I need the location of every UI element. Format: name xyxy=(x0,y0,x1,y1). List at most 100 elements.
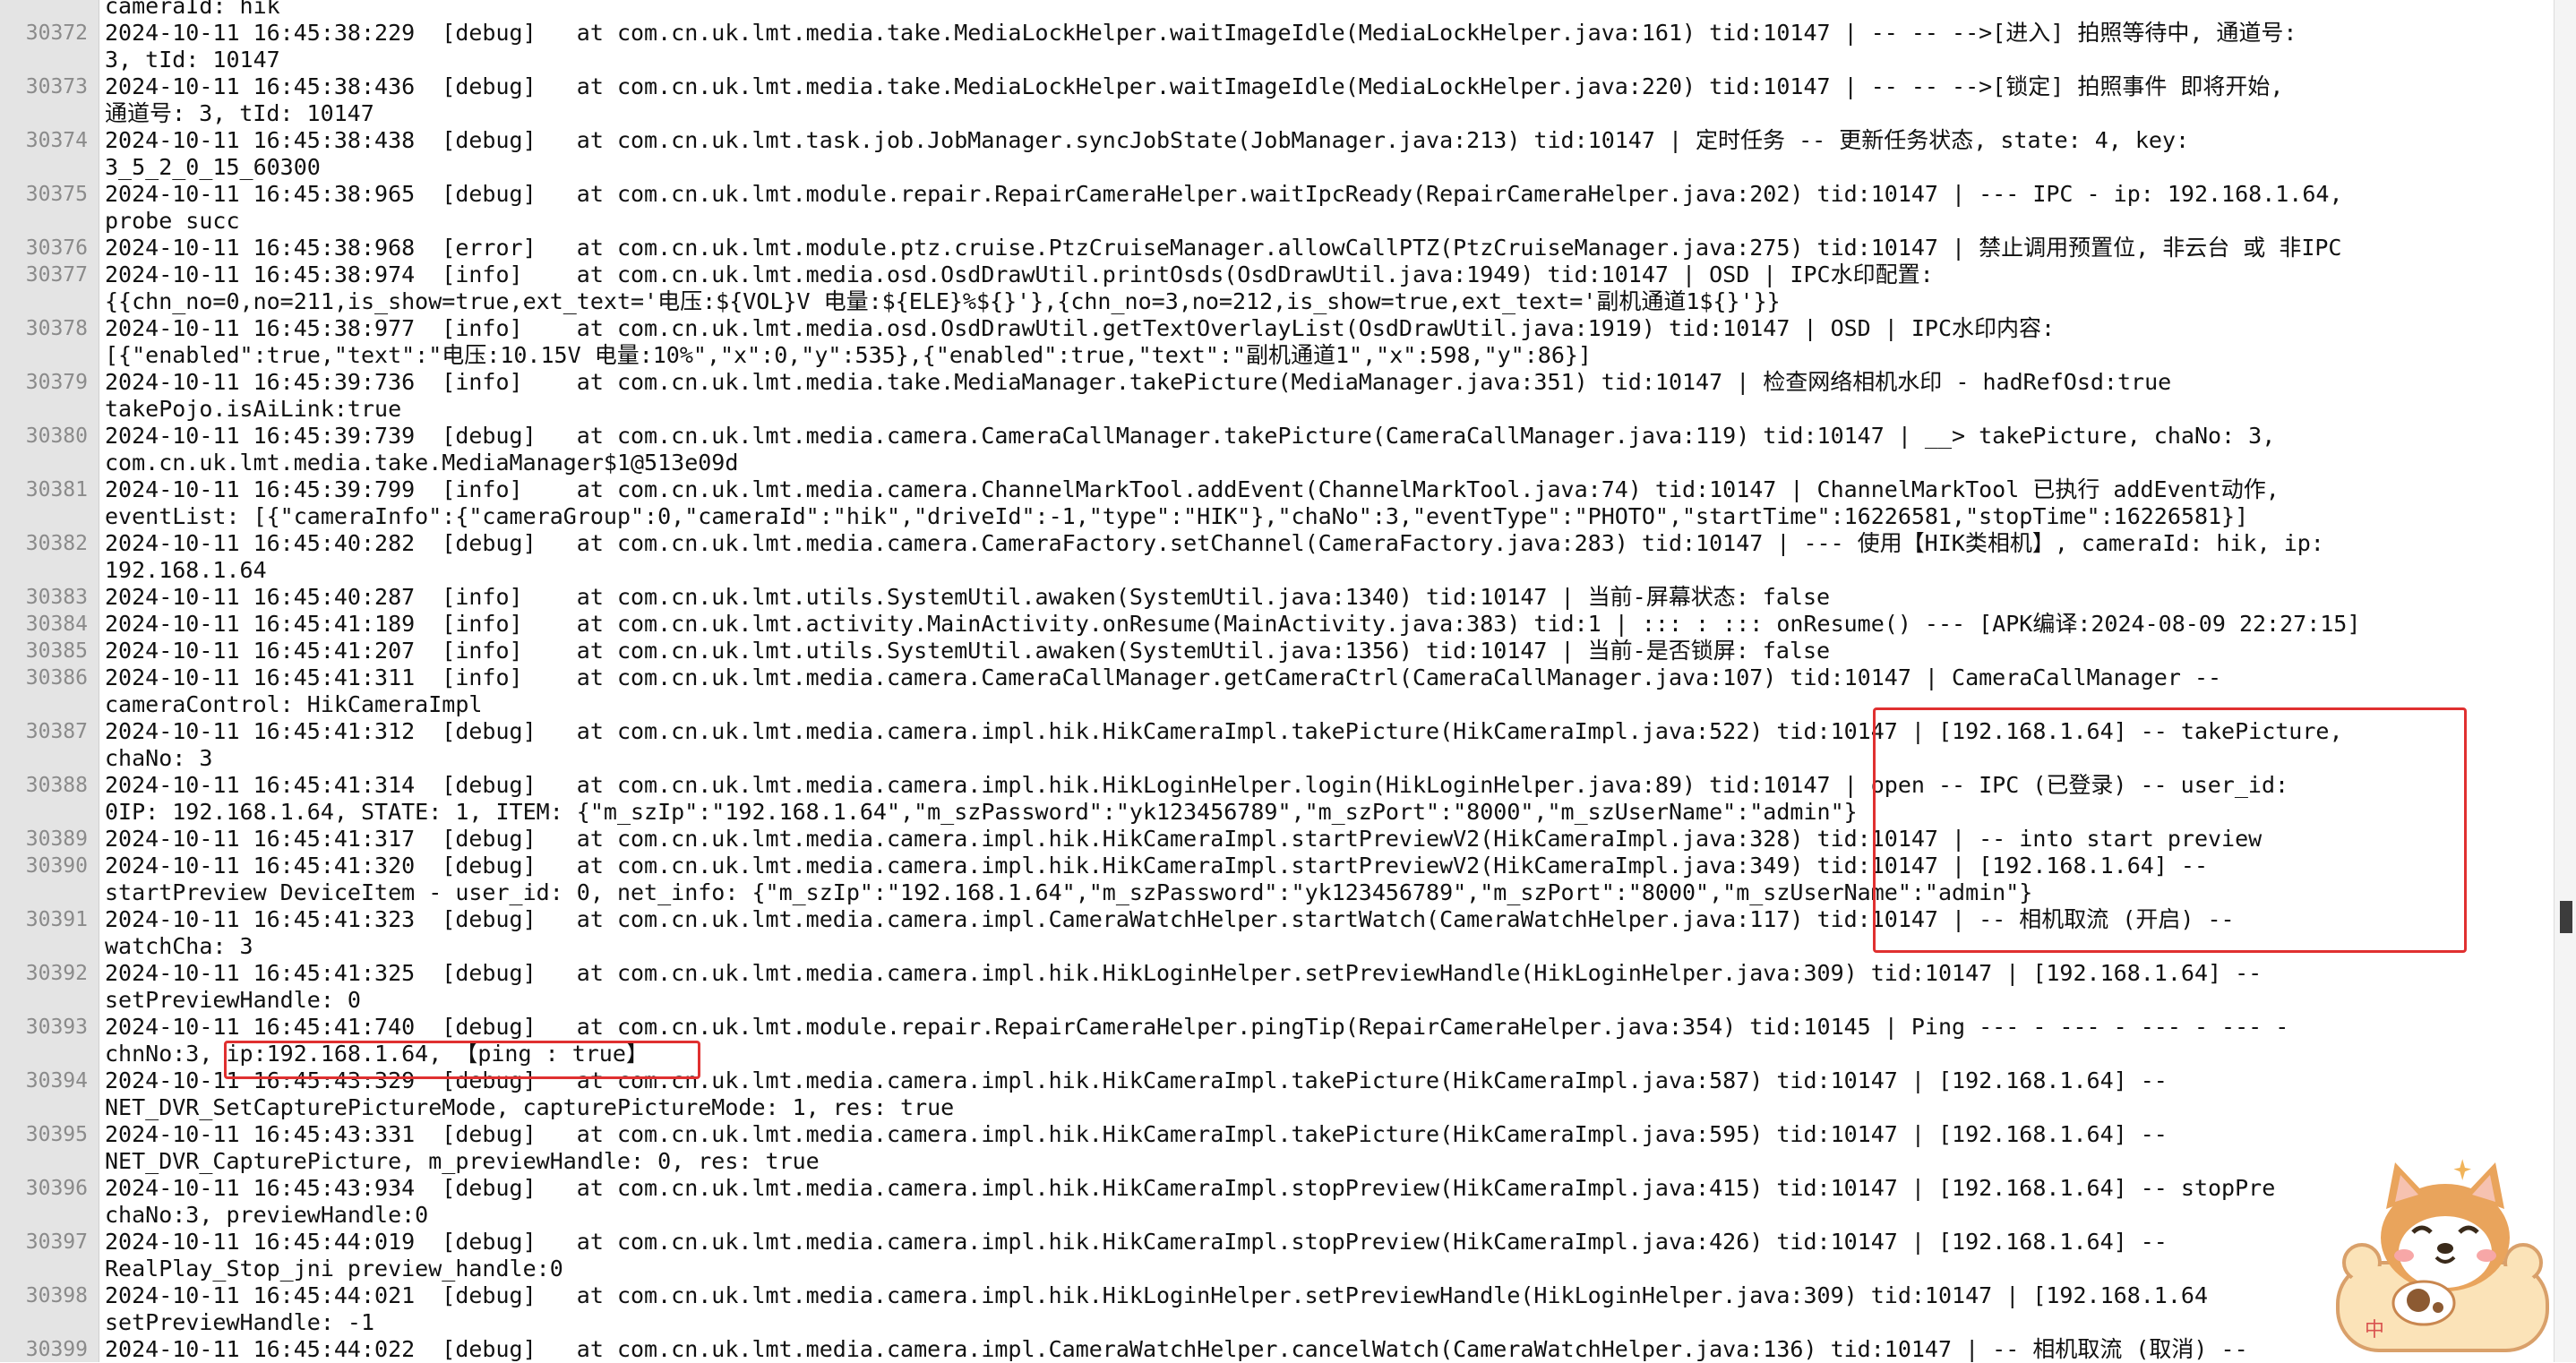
log-line-text: 2024-10-11 16:45:41:325 [debug] at com.c… xyxy=(105,960,2263,986)
log-line-text: NET_DVR_SetCapturePictureMode, capturePi… xyxy=(105,1094,955,1120)
line-number: 30398 xyxy=(25,1284,88,1307)
log-line[interactable]: NET_DVR_SetCapturePictureMode, capturePi… xyxy=(0,1094,2555,1121)
log-line-text: com.cn.uk.lmt.media.take.MediaManager$1@… xyxy=(105,450,739,476)
log-line[interactable]: 30397 2024-10-11 16:45:44:019 [debug] at … xyxy=(0,1229,2555,1256)
log-line[interactable]: 30382 2024-10-11 16:45:40:282 [debug] at … xyxy=(0,530,2555,557)
log-line-text: takePojo.isAiLink:true xyxy=(105,396,402,422)
log-line[interactable]: 30373 2024-10-11 16:45:38:436 [debug] at … xyxy=(0,73,2555,100)
scrollbar-thumb[interactable] xyxy=(2560,901,2572,933)
log-line[interactable]: 30395 2024-10-11 16:45:43:331 [debug] at … xyxy=(0,1121,2555,1148)
line-number: 30388 xyxy=(25,774,88,797)
log-line[interactable]: 30392 2024-10-11 16:45:41:325 [debug] at … xyxy=(0,960,2555,987)
log-line[interactable]: com.cn.uk.lmt.media.take.MediaManager$1@… xyxy=(0,450,2555,476)
highlight-box-ping-result xyxy=(224,1041,700,1079)
log-line[interactable]: 30378 2024-10-11 16:45:38:977 [info] at c… xyxy=(0,315,2555,342)
line-number: 30382 xyxy=(25,532,88,555)
line-number: 30399 xyxy=(25,1338,88,1361)
log-line[interactable]: chaNo:3, previewHandle:0 xyxy=(0,1202,2555,1229)
log-line-text: probe succ xyxy=(105,208,240,234)
log-line-text: RealPlay_Stop_jni preview_handle:0 xyxy=(105,1256,563,1282)
log-line-text: 192.168.1.64 xyxy=(105,557,267,583)
log-line-text: 2024-10-11 16:45:40:282 [debug] at com.c… xyxy=(105,530,2324,556)
log-line-text: {{chn_no=0,no=211,is_show=true,ext_text=… xyxy=(105,288,1781,314)
log-line[interactable]: [{"enabled":true,"text":"电压:10.15V 电量:10… xyxy=(0,342,2555,369)
log-line-text: 2024-10-11 16:45:44:022 [debug] at com.c… xyxy=(105,1336,2248,1362)
log-line-text: 2024-10-11 16:45:44:021 [debug] at com.c… xyxy=(105,1282,2208,1308)
log-line[interactable]: setPreviewHandle: 0 xyxy=(0,987,2555,1014)
log-line-text: 2024-10-11 16:45:44:019 [debug] at com.c… xyxy=(105,1229,2168,1255)
log-line-text: 2024-10-11 16:45:38:436 [debug] at com.c… xyxy=(105,73,2284,99)
log-line[interactable]: 30377 2024-10-11 16:45:38:974 [info] at c… xyxy=(0,261,2555,288)
log-line-text: 2024-10-11 16:45:39:739 [debug] at com.c… xyxy=(105,423,2276,449)
line-number: 30396 xyxy=(25,1177,88,1200)
line-number: 30384 xyxy=(25,613,88,636)
log-line-text: 2024-10-11 16:45:38:977 [info] at com.cn… xyxy=(105,315,2056,341)
line-number: 30379 xyxy=(25,371,88,394)
log-line[interactable]: 3_5_2_0_15_60300 xyxy=(0,154,2555,181)
log-line[interactable]: 30386 2024-10-11 16:45:41:311 [info] at c… xyxy=(0,664,2555,691)
log-line[interactable]: 30383 2024-10-11 16:45:40:287 [info] at c… xyxy=(0,584,2555,611)
log-line[interactable]: takePojo.isAiLink:true xyxy=(0,396,2555,423)
line-number: 30385 xyxy=(25,639,88,663)
log-line-text: 2024-10-11 16:45:38:968 [error] at com.c… xyxy=(105,235,2342,261)
log-line[interactable]: 30385 2024-10-11 16:45:41:207 [info] at c… xyxy=(0,638,2555,664)
log-line[interactable]: 192.168.1.64 xyxy=(0,557,2555,584)
log-line[interactable]: 30396 2024-10-11 16:45:43:934 [debug] at … xyxy=(0,1175,2555,1202)
log-line-text: setPreviewHandle: 0 xyxy=(105,987,361,1013)
log-line-text: eventList: [{"cameraInfo":{"cameraGroup"… xyxy=(105,503,2249,529)
log-line[interactable]: 3, tId: 10147 xyxy=(0,47,2555,73)
log-line-text: 2024-10-11 16:45:41:207 [info] at com.cn… xyxy=(105,638,1831,664)
log-lines: cameraId: hik 30372 2024-10-11 16:45:38:22… xyxy=(0,0,2555,1363)
line-number: 30391 xyxy=(25,908,88,931)
log-line[interactable]: {{chn_no=0,no=211,is_show=true,ext_text=… xyxy=(0,288,2555,315)
log-line[interactable]: 30374 2024-10-11 16:45:38:438 [debug] at … xyxy=(0,127,2555,154)
line-number: 30394 xyxy=(25,1069,88,1093)
line-number: 30397 xyxy=(25,1230,88,1254)
log-editor[interactable]: cameraId: hik 30372 2024-10-11 16:45:38:22… xyxy=(0,0,2576,1362)
log-line-text: 2024-10-11 16:45:41:311 [info] at com.cn… xyxy=(105,664,2222,690)
line-number: 30395 xyxy=(25,1123,88,1146)
log-line[interactable]: eventList: [{"cameraInfo":{"cameraGroup"… xyxy=(0,503,2555,530)
log-line-text: 2024-10-11 16:45:43:331 [debug] at com.c… xyxy=(105,1121,2168,1147)
log-line[interactable]: 30384 2024-10-11 16:45:41:189 [info] at c… xyxy=(0,611,2555,638)
log-line-text: 2024-10-11 16:45:40:287 [info] at com.cn… xyxy=(105,584,1831,610)
log-line-text: 2024-10-11 16:45:38:974 [info] at com.cn… xyxy=(105,261,1934,287)
log-line[interactable]: 30376 2024-10-11 16:45:38:968 [error] at … xyxy=(0,235,2555,261)
log-line[interactable]: probe succ xyxy=(0,208,2555,235)
log-line[interactable]: 30398 2024-10-11 16:45:44:021 [debug] at … xyxy=(0,1282,2555,1309)
log-line[interactable]: RealPlay_Stop_jni preview_handle:0 xyxy=(0,1256,2555,1282)
log-line[interactable]: 30372 2024-10-11 16:45:38:229 [debug] at … xyxy=(0,20,2555,47)
log-line[interactable]: NET_DVR_CapturePicture, m_previewHandle:… xyxy=(0,1148,2555,1175)
log-line-text: setPreviewHandle: -1 xyxy=(105,1309,375,1335)
log-line[interactable]: 30381 2024-10-11 16:45:39:799 [info] at c… xyxy=(0,476,2555,503)
log-line[interactable]: 通道号: 3, tId: 10147 xyxy=(0,100,2555,127)
log-line[interactable]: 30380 2024-10-11 16:45:39:739 [debug] at … xyxy=(0,423,2555,450)
log-line[interactable]: setPreviewHandle: -1 xyxy=(0,1309,2555,1336)
line-number: 30386 xyxy=(25,666,88,690)
line-number: 30392 xyxy=(25,962,88,985)
vertical-scrollbar[interactable] xyxy=(2554,0,2576,1362)
log-line-text: 3, tId: 10147 xyxy=(105,47,280,73)
log-line[interactable]: 30399 2024-10-11 16:45:44:022 [debug] at … xyxy=(0,1336,2555,1363)
log-line[interactable]: 30379 2024-10-11 16:45:39:736 [info] at c… xyxy=(0,369,2555,396)
line-number: 30374 xyxy=(25,129,88,152)
line-number: 30378 xyxy=(25,317,88,340)
log-line-text: 2024-10-11 16:45:38:438 [debug] at com.c… xyxy=(105,127,2190,153)
line-number: 30393 xyxy=(25,1016,88,1039)
log-line-text: 3_5_2_0_15_60300 xyxy=(105,154,321,180)
log-line-text: [{"enabled":true,"text":"电压:10.15V 电量:10… xyxy=(105,342,1592,368)
shiba-dog-sticker-icon: 中 xyxy=(2331,1155,2555,1357)
log-line-text: NET_DVR_CapturePicture, m_previewHandle:… xyxy=(105,1148,820,1174)
log-line[interactable]: 30375 2024-10-11 16:45:38:965 [debug] at … xyxy=(0,181,2555,208)
line-number: 30390 xyxy=(25,854,88,878)
line-number: 30383 xyxy=(25,586,88,609)
log-line-text: 通道号: 3, tId: 10147 xyxy=(105,100,374,126)
log-line-text: 2024-10-11 16:45:39:736 [info] at com.cn… xyxy=(105,369,2172,395)
log-line-text: 2024-10-11 16:45:43:934 [debug] at com.c… xyxy=(105,1175,2276,1201)
log-line[interactable]: 30393 2024-10-11 16:45:41:740 [debug] at … xyxy=(0,1014,2555,1041)
line-number: 30381 xyxy=(25,478,88,501)
log-text-area[interactable]: cameraId: hik 30372 2024-10-11 16:45:38:22… xyxy=(0,0,2555,1362)
log-line[interactable]: cameraId: hik xyxy=(0,0,2555,20)
line-number: 30372 xyxy=(25,21,88,45)
line-number: 30387 xyxy=(25,720,88,743)
